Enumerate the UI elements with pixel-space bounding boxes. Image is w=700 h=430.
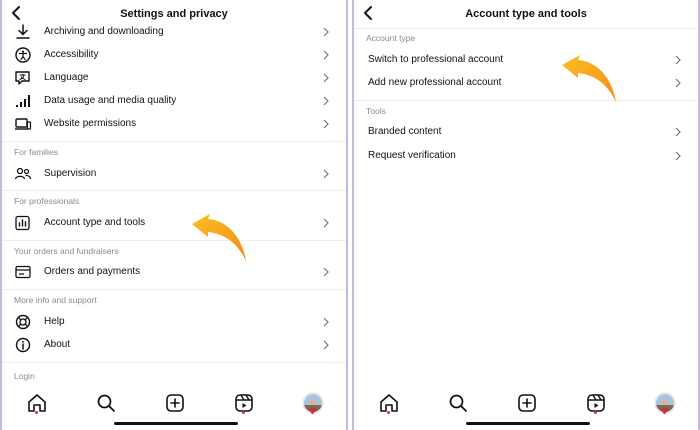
settings-item-about[interactable]: About xyxy=(2,334,346,356)
section-header-more-info: More info and support xyxy=(14,295,97,305)
language-icon xyxy=(15,71,30,85)
chevron-right-icon xyxy=(323,96,329,106)
home-tab[interactable] xyxy=(378,392,400,414)
profile-tab[interactable] xyxy=(302,392,324,414)
signal-bars-icon xyxy=(16,95,30,107)
branded-content-item[interactable]: Branded content xyxy=(354,121,698,143)
search-tab[interactable] xyxy=(447,392,469,414)
settings-item-label: Help xyxy=(44,316,65,327)
settings-item-label: Accessibility xyxy=(44,49,99,60)
chevron-right-icon xyxy=(323,340,329,350)
reels-tab[interactable] xyxy=(233,392,255,414)
divider xyxy=(2,362,346,363)
chevron-right-icon xyxy=(323,267,329,277)
page-title: Settings and privacy xyxy=(120,8,228,20)
chevron-right-icon xyxy=(675,55,681,65)
add-professional-account-item[interactable]: Add new professional account xyxy=(354,72,698,94)
settings-item-label: Language xyxy=(44,72,89,83)
header: Account type and tools xyxy=(354,0,698,28)
settings-item-label: Website permissions xyxy=(44,118,137,129)
divider xyxy=(2,240,346,241)
chevron-right-icon xyxy=(675,78,681,88)
home-indicator xyxy=(114,422,238,425)
download-icon xyxy=(16,24,30,39)
people-icon xyxy=(14,167,32,180)
settings-item-website-permissions[interactable]: Website permissions xyxy=(2,113,346,135)
search-icon xyxy=(97,394,115,412)
settings-item-label: Request verification xyxy=(368,150,456,161)
insights-chart-icon xyxy=(15,215,30,231)
settings-item-label: Orders and payments xyxy=(44,266,141,277)
notification-dot xyxy=(35,411,38,414)
request-verification-item[interactable]: Request verification xyxy=(354,145,698,167)
settings-item-data-usage[interactable]: Data usage and media quality xyxy=(2,90,346,112)
search-tab[interactable] xyxy=(95,392,117,414)
chevron-right-icon xyxy=(323,50,329,60)
chevron-right-icon xyxy=(323,119,329,129)
section-header-orders: Your orders and fundraisers xyxy=(14,246,119,256)
search-icon xyxy=(449,394,467,412)
divider xyxy=(354,100,698,101)
create-icon xyxy=(518,394,536,412)
create-tab[interactable] xyxy=(164,392,186,414)
notification-dot xyxy=(663,411,666,414)
create-tab[interactable] xyxy=(516,392,538,414)
chevron-right-icon xyxy=(323,27,329,37)
chevron-right-icon xyxy=(675,127,681,137)
chevron-right-icon xyxy=(323,73,329,83)
notification-dot xyxy=(311,411,314,414)
notification-dot xyxy=(242,411,245,414)
chevron-right-icon xyxy=(675,151,681,161)
page-title: Account type and tools xyxy=(465,8,587,20)
create-icon xyxy=(166,394,184,412)
section-header-tools: Tools xyxy=(366,106,386,116)
info-icon xyxy=(15,337,31,353)
section-header-login: Login xyxy=(14,371,35,381)
settings-item-orders-and-payments[interactable]: Orders and payments xyxy=(2,261,346,283)
settings-item-accessibility[interactable]: Accessibility xyxy=(2,44,346,66)
settings-item-label: Archiving and downloading xyxy=(44,26,164,37)
laptop-icon xyxy=(15,118,32,130)
settings-item-label: Branded content xyxy=(368,126,442,137)
switch-to-professional-item[interactable]: Switch to professional account xyxy=(354,49,698,71)
settings-item-label: Supervision xyxy=(44,168,97,179)
settings-item-account-type-and-tools[interactable]: Account type and tools xyxy=(2,212,346,234)
home-tab[interactable] xyxy=(26,392,48,414)
profile-tab[interactable] xyxy=(654,392,676,414)
chevron-right-icon xyxy=(323,218,329,228)
section-header-account-type: Account type xyxy=(366,33,416,43)
account-type-and-tools-screen: Account type and tools Account type Swit… xyxy=(352,0,700,430)
settings-item-label: Switch to professional account xyxy=(368,54,504,65)
reels-tab[interactable] xyxy=(585,392,607,414)
accessibility-icon xyxy=(15,47,31,63)
settings-item-language[interactable]: Language xyxy=(2,67,346,89)
chevron-right-icon xyxy=(323,169,329,179)
bottom-tab-bar xyxy=(2,390,346,416)
divider xyxy=(2,141,346,142)
settings-item-label: Data usage and media quality xyxy=(44,95,177,106)
divider xyxy=(2,190,346,191)
divider xyxy=(2,289,346,290)
lifebuoy-icon xyxy=(15,314,31,330)
section-header-families: For families xyxy=(14,147,58,157)
settings-item-label: About xyxy=(44,339,71,350)
card-icon xyxy=(15,265,31,279)
settings-item-supervision[interactable]: Supervision xyxy=(2,163,346,185)
settings-item-archiving[interactable]: Archiving and downloading xyxy=(2,21,346,43)
notification-dot xyxy=(594,411,597,414)
divider xyxy=(354,28,698,29)
bottom-tab-bar xyxy=(354,390,698,416)
section-header-professionals: For professionals xyxy=(14,196,80,206)
notification-dot xyxy=(387,411,390,414)
settings-item-label: Account type and tools xyxy=(44,217,146,228)
chevron-right-icon xyxy=(323,317,329,327)
settings-item-help[interactable]: Help xyxy=(2,311,346,333)
settings-and-privacy-screen: Settings and privacy Archiving and downl… xyxy=(0,0,348,430)
home-indicator xyxy=(466,422,590,425)
settings-item-label: Add new professional account xyxy=(368,77,502,88)
